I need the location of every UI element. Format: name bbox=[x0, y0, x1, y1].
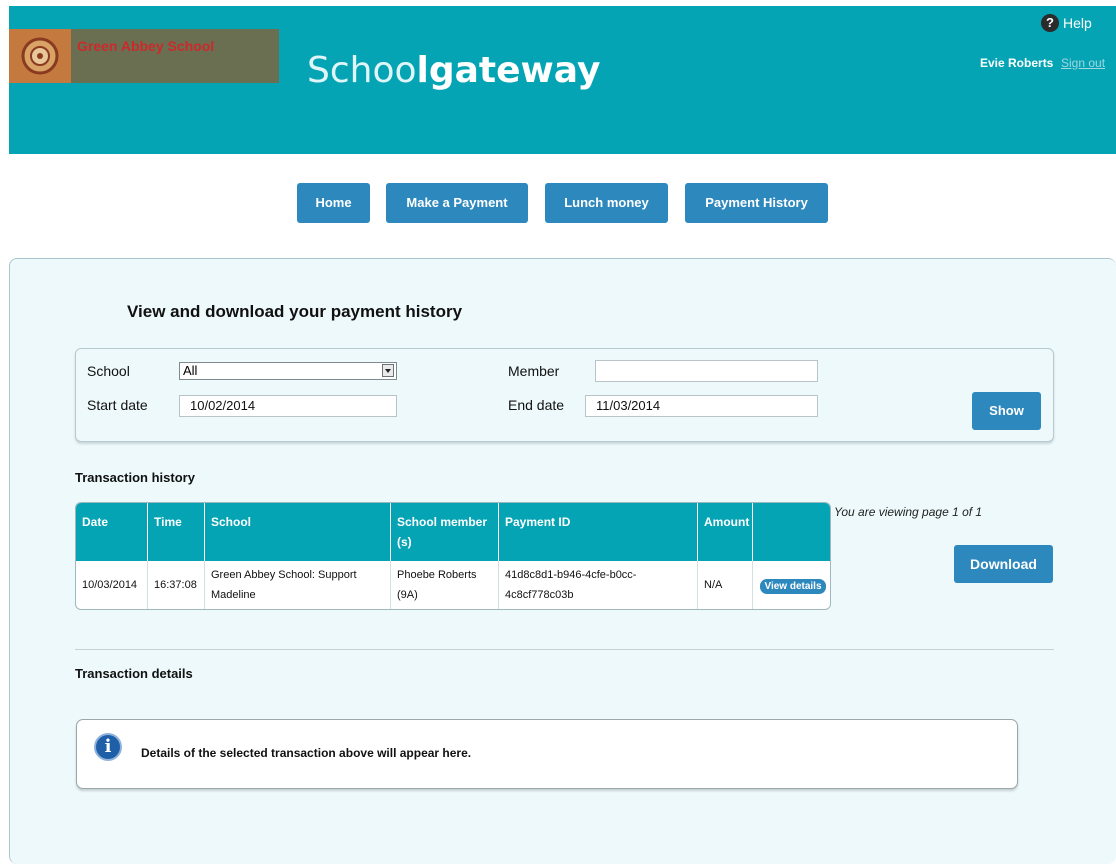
school-crest-icon bbox=[9, 29, 71, 83]
end-date-label: End date bbox=[508, 397, 565, 413]
column-header-date[interactable]: Date bbox=[76, 503, 148, 561]
schoolgateway-logo: Schoolgateway bbox=[307, 50, 600, 91]
cell-date: 10/03/2014 bbox=[76, 561, 148, 609]
cell-time: 16:37:08 bbox=[148, 561, 205, 609]
transaction-history-heading: Transaction history bbox=[75, 470, 195, 485]
start-date-label: Start date bbox=[87, 397, 148, 413]
brand-part-1: Schoo bbox=[307, 50, 417, 91]
cell-school-member: Phoebe Roberts (9A) bbox=[391, 561, 499, 609]
column-header-actions bbox=[753, 503, 830, 561]
transaction-details-heading: Transaction details bbox=[75, 666, 193, 681]
help-label: Help bbox=[1063, 15, 1092, 31]
user-name: Evie Roberts bbox=[980, 56, 1054, 70]
show-button[interactable]: Show bbox=[972, 392, 1041, 430]
download-button[interactable]: Download bbox=[954, 545, 1053, 583]
member-input[interactable] bbox=[595, 360, 818, 382]
page-title: View and download your payment history bbox=[127, 302, 463, 321]
chevron-down-icon[interactable] bbox=[382, 364, 394, 377]
cell-payment-id: 41d8c8d1-b946-4cfe-b0cc-4c8cf778c03b bbox=[499, 561, 698, 609]
start-date-input[interactable]: 10/02/2014 bbox=[179, 395, 397, 417]
column-header-amount[interactable]: Amount bbox=[698, 503, 753, 561]
nav-lunch-money-button[interactable]: Lunch money bbox=[545, 183, 668, 223]
help-link[interactable]: ? Help bbox=[1041, 14, 1092, 32]
help-icon: ? bbox=[1041, 14, 1059, 32]
view-details-button[interactable]: View details bbox=[760, 579, 826, 594]
nav-make-payment-button[interactable]: Make a Payment bbox=[386, 183, 528, 223]
info-icon: i bbox=[94, 733, 122, 761]
school-name: Green Abbey School bbox=[77, 38, 215, 54]
end-date-input[interactable]: 11/03/2014 bbox=[585, 395, 818, 417]
school-label: School bbox=[87, 363, 130, 379]
column-header-time[interactable]: Time bbox=[148, 503, 205, 561]
sign-out-link[interactable]: Sign out bbox=[1061, 56, 1105, 70]
school-select[interactable]: All bbox=[179, 362, 397, 380]
school-logo[interactable]: Green Abbey School bbox=[9, 29, 279, 83]
transaction-table: Date Time School School member (s) Payme… bbox=[75, 502, 831, 610]
cell-school: Green Abbey School: Support Madeline bbox=[205, 561, 391, 609]
site-header: Green Abbey School Schoolgateway ? Help … bbox=[9, 6, 1116, 154]
pagination-info: You are viewing page 1 of 1 bbox=[834, 505, 983, 519]
section-divider bbox=[75, 649, 1054, 650]
member-label: Member bbox=[508, 363, 560, 379]
nav-home-button[interactable]: Home bbox=[297, 183, 370, 223]
nav-payment-history-button[interactable]: Payment History bbox=[685, 183, 828, 223]
cell-amount: N/A bbox=[698, 561, 753, 609]
transaction-details-message: Details of the selected transaction abov… bbox=[141, 746, 472, 760]
school-select-value: All bbox=[183, 363, 198, 378]
brand-part-2: lgateway bbox=[416, 50, 601, 91]
column-header-school[interactable]: School bbox=[205, 503, 391, 561]
column-header-payment-id[interactable]: Payment ID bbox=[499, 503, 698, 561]
column-header-school-member[interactable]: School member (s) bbox=[391, 503, 499, 561]
